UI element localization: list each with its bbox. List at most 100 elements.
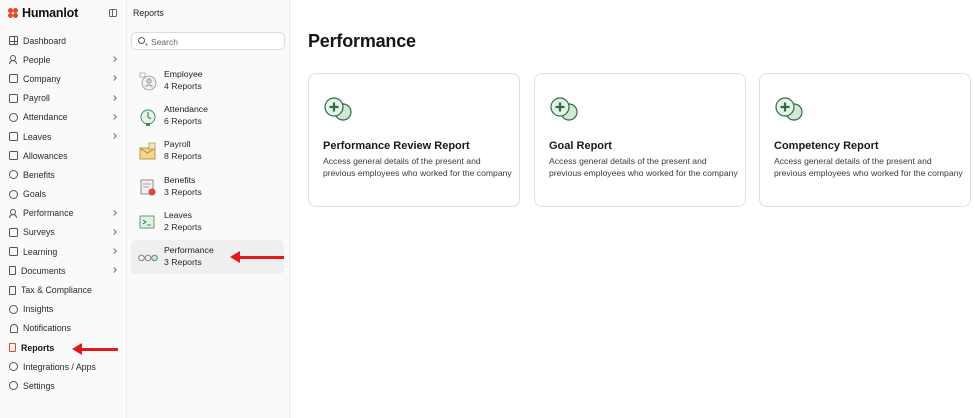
sidebar-item-learning[interactable]: Learning: [0, 242, 127, 261]
report-category-employee[interactable]: Employee 4 Reports: [131, 64, 284, 98]
sidebar-item-label: Tax & Compliance: [21, 285, 92, 296]
chevron-right-icon: [111, 133, 117, 139]
chevron-right-icon: [111, 94, 117, 101]
sidebar-item-settings[interactable]: Settings: [0, 376, 127, 395]
sidebar-item-company[interactable]: Company: [0, 69, 127, 88]
sidebar-item-dashboard[interactable]: Dashboard: [0, 31, 127, 50]
report-category-benefits[interactable]: Benefits 3 Reports: [131, 170, 284, 204]
leaves-icon: [9, 132, 18, 142]
benefits-thumbnail-icon: [140, 179, 156, 196]
search-input[interactable]: [151, 35, 281, 48]
category-count: 3 Reports: [164, 257, 202, 267]
sidebar-item-leaves[interactable]: Leaves: [0, 127, 127, 146]
sidebar-item-insights[interactable]: Insights: [0, 300, 127, 319]
panel-title: Reports: [133, 8, 164, 18]
report-card-goal[interactable]: Goal Report Access general details of th…: [534, 73, 746, 207]
allowances-icon: [9, 151, 18, 161]
sidebar-item-tax-compliance[interactable]: Tax & Compliance: [0, 280, 127, 299]
search-icon: [138, 37, 145, 44]
sidebar-item-label: People: [23, 54, 51, 65]
category-name: Employee: [164, 69, 203, 79]
report-icon: [324, 97, 352, 121]
page-title: Performance: [308, 31, 416, 51]
category-name: Leaves: [164, 210, 193, 220]
leaves-thumbnail-icon: [139, 215, 155, 229]
reports-panel: Reports Employee 4 Reports Attendance 6 …: [127, 0, 290, 418]
sidebar-item-label: Surveys: [23, 227, 55, 238]
sidebar-item-documents[interactable]: Documents: [0, 261, 127, 280]
report-card-performance-review[interactable]: Performance Review Report Access general…: [308, 73, 520, 207]
card-title: Competency Report: [774, 140, 879, 152]
chevron-right-icon: [111, 229, 117, 235]
goals-icon: [9, 189, 18, 199]
sidebar-item-label: Benefits: [23, 169, 55, 180]
surveys-icon: [9, 227, 18, 237]
chevron-right-icon: [111, 113, 117, 120]
search-box[interactable]: [131, 32, 285, 50]
card-title: Goal Report: [549, 140, 612, 152]
report-category-attendance[interactable]: Attendance 6 Reports: [131, 99, 284, 133]
sidebar: Humanlot Dashboard People Company Payrol…: [0, 0, 127, 418]
sidebar-item-label: Settings: [23, 380, 55, 391]
card-description: Access general details of the present an…: [774, 156, 963, 178]
sidebar-item-label: Performance: [23, 208, 74, 219]
learning-icon: [9, 247, 18, 257]
report-category-payroll[interactable]: Payroll 8 Reports: [131, 134, 284, 168]
dashboard-icon: [9, 36, 18, 46]
sidebar-item-notifications[interactable]: Notifications: [0, 319, 127, 338]
reports-icon: [9, 343, 16, 353]
chevron-right-icon: [111, 248, 117, 254]
sidebar-collapse-icon[interactable]: [109, 9, 117, 17]
brand[interactable]: Humanlot: [8, 6, 78, 20]
gear-icon: [9, 381, 18, 391]
sidebar-item-label: Documents: [21, 265, 66, 276]
sidebar-item-label: Integrations / Apps: [23, 361, 96, 372]
attendance-icon: [9, 112, 18, 122]
chevron-right-icon: [111, 209, 117, 216]
sidebar-item-benefits[interactable]: Benefits: [0, 165, 127, 184]
sidebar-item-label: Payroll: [23, 93, 50, 104]
documents-icon: [9, 266, 16, 276]
brand-name: Humanlot: [22, 6, 79, 20]
integrations-icon: [9, 362, 18, 372]
employee-thumbnail-icon: [139, 72, 157, 91]
sidebar-item-attendance[interactable]: Attendance: [0, 108, 127, 127]
sidebar-item-payroll[interactable]: Payroll: [0, 89, 127, 108]
category-name: Benefits: [164, 175, 196, 185]
people-icon: [9, 55, 18, 65]
sidebar-item-integrations[interactable]: Integrations / Apps: [0, 357, 127, 376]
report-category-leaves[interactable]: Leaves 2 Reports: [131, 205, 284, 239]
report-card-competency[interactable]: Competency Report Access general details…: [759, 73, 971, 207]
payroll-icon: [9, 93, 18, 103]
sidebar-item-label: Allowances: [23, 150, 68, 161]
category-name: Performance: [164, 245, 214, 255]
category-count: 8 Reports: [164, 151, 202, 161]
category-count: 3 Reports: [164, 187, 202, 197]
sidebar-item-label: Dashboard: [23, 35, 67, 46]
bell-icon: [9, 323, 18, 333]
sidebar-item-allowances[interactable]: Allowances: [0, 146, 127, 165]
benefits-icon: [9, 170, 18, 180]
sidebar-item-label: Learning: [23, 246, 58, 257]
chevron-right-icon: [111, 75, 117, 82]
category-count: 2 Reports: [164, 222, 202, 232]
sidebar-item-label: Leaves: [23, 131, 52, 142]
sidebar-item-label: Company: [23, 73, 61, 84]
card-description: Access general details of the present an…: [323, 156, 512, 178]
sidebar-item-people[interactable]: People: [0, 50, 127, 69]
chevron-right-icon: [111, 56, 117, 63]
annotation-arrow-reports: [72, 343, 118, 355]
annotation-arrow-performance: [230, 251, 284, 263]
sidebar-item-performance[interactable]: Performance: [0, 204, 127, 223]
insights-icon: [9, 304, 18, 314]
sidebar-item-label: Notifications: [23, 323, 71, 334]
chevron-right-icon: [111, 267, 117, 274]
sidebar-nav: Dashboard People Company Payroll Attenda…: [0, 31, 127, 396]
sidebar-item-goals[interactable]: Goals: [0, 185, 127, 204]
tax-icon: [9, 285, 16, 295]
report-icon: [550, 97, 578, 121]
sidebar-item-label: Attendance: [23, 112, 68, 123]
sidebar-item-surveys[interactable]: Surveys: [0, 223, 127, 242]
card-title: Performance Review Report: [323, 140, 470, 152]
report-icon: [775, 97, 803, 121]
